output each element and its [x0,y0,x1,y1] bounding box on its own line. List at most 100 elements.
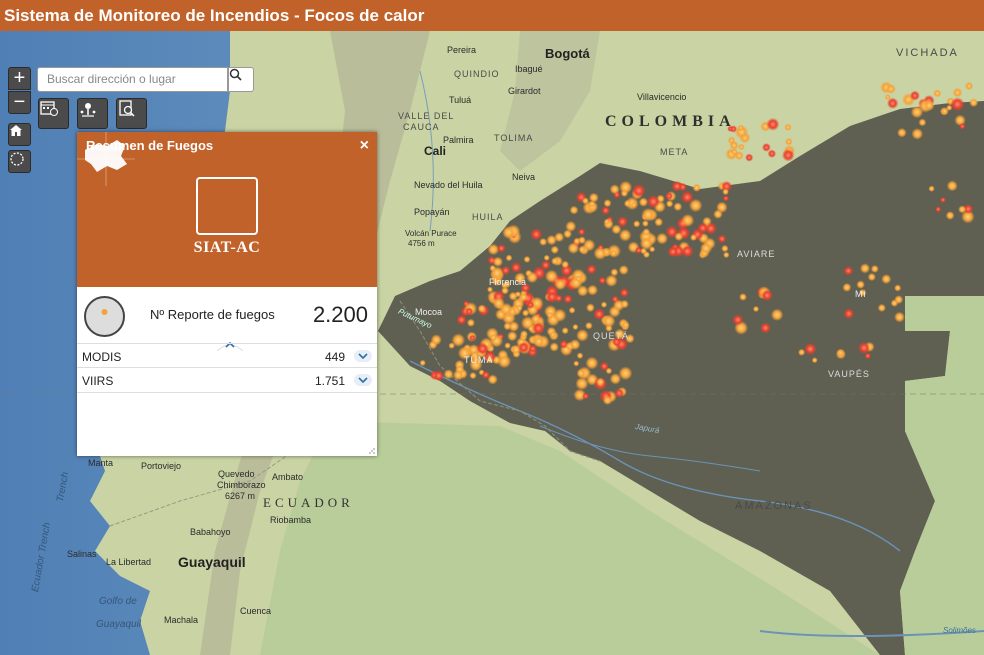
fire-hotspot[interactable] [727,136,736,145]
fire-hotspot[interactable] [469,334,476,342]
fire-hotspot[interactable] [546,234,557,246]
fire-hotspot[interactable] [430,334,442,346]
fire-hotspot[interactable] [492,256,503,267]
fire-hotspot[interactable] [732,314,744,326]
fire-hotspot[interactable] [959,123,966,130]
zoom-in-button[interactable]: + [8,67,31,90]
expand-chevron-icon[interactable] [354,374,372,386]
fire-hotspot[interactable] [614,388,625,399]
fire-hotspot[interactable] [630,202,637,208]
fire-hotspot[interactable] [469,372,477,380]
fire-hotspot[interactable] [502,226,516,239]
fire-hotspot[interactable] [935,206,942,213]
fire-hotspot[interactable] [700,242,713,255]
fire-hotspot[interactable] [665,192,673,200]
fire-hotspot[interactable] [516,305,523,312]
fire-hotspot[interactable] [596,377,605,387]
map-view[interactable]: Bogotá COLOMBIA ECUADOR AMAZONAS VICHADA… [0,31,984,655]
fire-hotspot[interactable] [561,260,570,269]
fire-hotspot[interactable] [546,311,554,319]
fire-hotspot[interactable] [633,220,641,228]
fire-hotspot[interactable] [508,291,518,301]
fire-hotspot[interactable] [681,244,694,258]
fire-hotspot[interactable] [739,293,747,301]
fire-hotspot[interactable] [586,303,595,313]
fire-hotspot[interactable] [887,97,899,110]
fire-hotspot[interactable] [940,107,949,116]
fire-hotspot[interactable] [532,335,545,348]
fire-hotspot[interactable] [894,295,904,305]
date-filter-button[interactable] [38,98,69,129]
fire-hotspot[interactable] [501,265,511,276]
fire-hotspot[interactable] [952,87,963,98]
fire-hotspot[interactable] [492,297,505,310]
fire-hotspot[interactable] [526,301,535,309]
fire-hotspot[interactable] [586,264,597,275]
close-icon[interactable]: × [360,132,369,160]
fire-hotspot[interactable] [497,244,506,253]
fire-hotspot[interactable] [632,184,646,198]
resize-handle-icon[interactable] [368,447,375,454]
fire-hotspot[interactable] [526,271,538,284]
search-button[interactable] [228,67,254,92]
fire-hotspot[interactable] [465,307,474,316]
search-input[interactable]: Buscar dirección o lugar [37,67,228,92]
fire-hotspot[interactable] [690,234,697,241]
fire-hotspot[interactable] [601,206,610,215]
fire-hotspot[interactable] [481,370,491,380]
fire-hotspot[interactable] [602,395,613,405]
fire-hotspot[interactable] [477,304,486,313]
fire-hotspot[interactable] [870,264,879,273]
fire-hotspot[interactable] [858,342,870,354]
fire-hotspot[interactable] [433,370,445,382]
fire-hotspot[interactable] [576,368,586,378]
fire-hotspot[interactable] [681,190,694,204]
fire-hotspot[interactable] [761,289,773,302]
fire-hotspot[interactable] [623,199,632,208]
fire-hotspot[interactable] [576,329,589,342]
fire-hotspot[interactable] [713,209,723,219]
fire-hotspot[interactable] [549,342,559,352]
fire-hotspot[interactable] [881,274,892,285]
fire-hotspot[interactable] [911,128,924,140]
fire-hotspot[interactable] [545,290,559,303]
fire-hotspot[interactable] [897,127,907,138]
fire-hotspot[interactable] [894,284,902,292]
fire-hotspot[interactable] [504,342,511,349]
fire-hotspot[interactable] [656,232,668,245]
fire-layer-button[interactable] [77,98,108,129]
fire-hotspot[interactable] [582,239,596,252]
fire-hotspot[interactable] [945,211,955,220]
fire-hotspot[interactable] [508,321,520,332]
fire-hotspot[interactable] [605,367,613,375]
fire-hotspot[interactable] [859,263,871,274]
fire-hotspot[interactable] [894,311,905,323]
fire-hotspot[interactable] [843,266,854,276]
fire-hotspot[interactable] [575,377,589,391]
fire-hotspot[interactable] [621,320,630,330]
fire-hotspot[interactable] [722,188,729,196]
fire-hotspot[interactable] [603,218,611,225]
fire-hotspot[interactable] [456,314,467,325]
fire-hotspot[interactable] [569,205,579,215]
fire-hotspot[interactable] [575,275,583,282]
fire-hotspot[interactable] [638,197,649,207]
fire-hotspot[interactable] [640,247,647,255]
fire-hotspot[interactable] [600,301,608,308]
fire-hotspot[interactable] [665,200,674,208]
fire-hotspot[interactable] [923,99,935,111]
fire-hotspot[interactable] [864,352,872,360]
fire-hotspot[interactable] [842,282,852,292]
fire-hotspot[interactable] [737,124,745,131]
fire-hotspot[interactable] [752,305,760,313]
fire-hotspot[interactable] [704,222,717,235]
fire-hotspot[interactable] [784,123,792,131]
fire-hotspot[interactable] [762,143,771,152]
fire-hotspot[interactable] [785,137,793,146]
fire-hotspot[interactable] [593,308,606,321]
fire-hotspot[interactable] [723,251,730,259]
fire-hotspot[interactable] [577,228,586,236]
fire-hotspot[interactable] [811,357,818,364]
fire-hotspot[interactable] [964,81,974,91]
fire-hotspot[interactable] [451,333,466,347]
